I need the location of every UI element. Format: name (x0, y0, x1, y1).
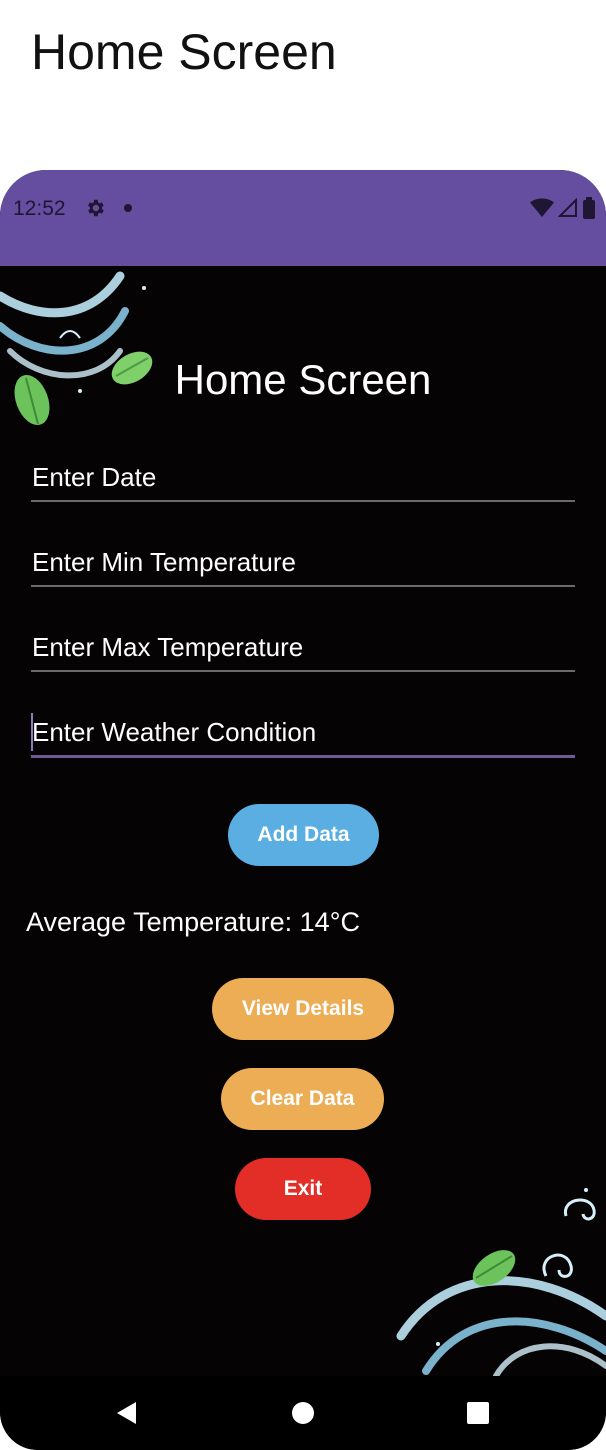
battery-icon (583, 197, 595, 219)
date-field-placeholder: Enter Date (32, 462, 157, 492)
navigation-bar (0, 1376, 606, 1450)
max-temperature-field-placeholder: Enter Max Temperature (32, 632, 304, 662)
status-icons (530, 196, 596, 220)
weather-condition-field[interactable]: Enter Weather Condition (31, 707, 575, 758)
wind-leaves-decoration (0, 271, 153, 426)
wind-leaves-decoration-bottom (396, 1188, 606, 1376)
min-temperature-field[interactable]: Enter Min Temperature (31, 537, 575, 587)
status-bar: 12:52 (0, 170, 606, 266)
view-details-button[interactable]: View Details (212, 978, 394, 1040)
recents-square-icon[interactable] (465, 1400, 491, 1426)
min-temperature-field-placeholder: Enter Min Temperature (32, 547, 296, 577)
max-temperature-field[interactable]: Enter Max Temperature (31, 622, 575, 672)
add-data-button[interactable]: Add Data (228, 804, 379, 866)
date-field[interactable]: Enter Date (31, 452, 575, 502)
weather-condition-field-placeholder: Enter Weather Condition (32, 717, 317, 747)
status-time: 12:52 (13, 197, 66, 220)
app-title: Home Screen (174, 356, 432, 403)
page-caption: Home Screen (31, 24, 337, 80)
app-content: Home Screen Enter Date Enter Min Tempera… (0, 266, 606, 1376)
back-triangle-icon[interactable] (114, 1400, 140, 1426)
average-temperature-text: Average Temperature: 14°C (26, 907, 360, 937)
gear-icon (88, 199, 104, 217)
clear-data-button[interactable]: Clear Data (221, 1068, 384, 1130)
home-circle-icon[interactable] (290, 1400, 316, 1426)
wifi-icon (530, 198, 554, 217)
signal-icon (558, 198, 577, 217)
exit-button[interactable]: Exit (235, 1158, 371, 1220)
phone-screen: 12:52 Home Screen Enter Date Enter Min T… (0, 170, 606, 1450)
notification-dot-icon (124, 204, 132, 212)
